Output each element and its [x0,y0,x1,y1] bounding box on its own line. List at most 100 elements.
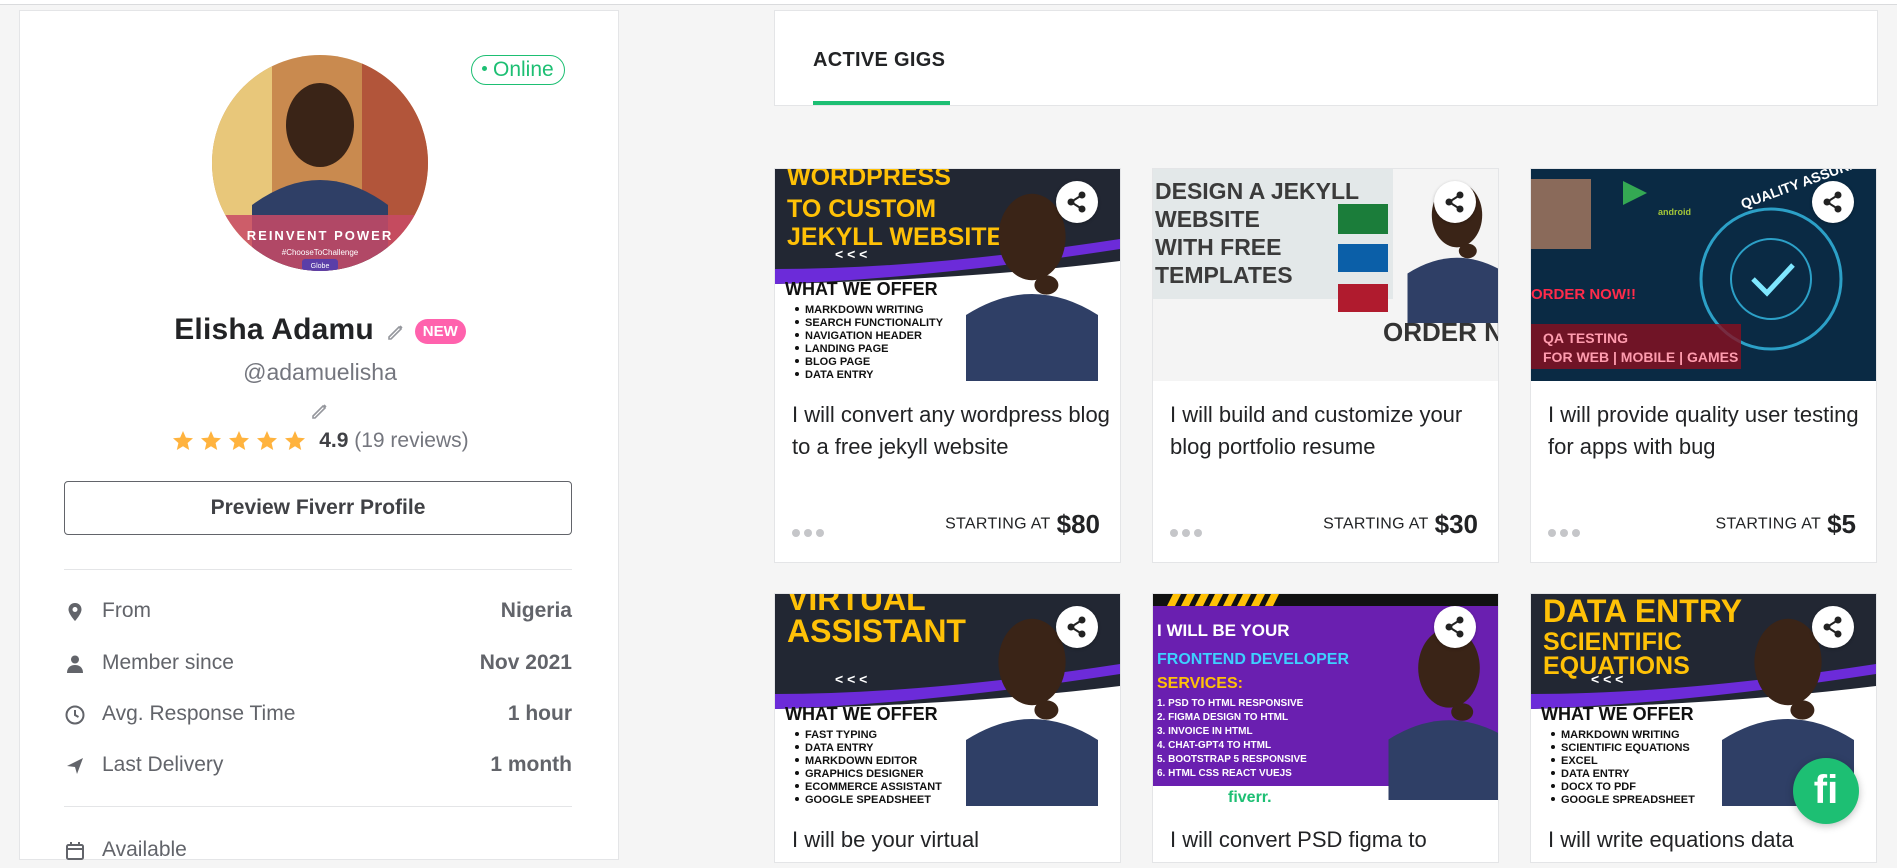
thumb-list-item: MARKDOWN WRITING [805,304,924,316]
thumb-label: FOR WEB | MOBILE | GAMES [1543,349,1738,365]
svg-text:< < <: < < < [1591,671,1623,687]
share-icon [1445,191,1464,213]
fiverr-help-button[interactable]: fi [1793,758,1859,824]
top-border [0,0,1897,5]
new-seller-badge: NEW [414,319,466,345]
avatar[interactable]: REINVENT POWER #ChooseToChallenge Globe [212,55,428,271]
thumb-list-item: SCIENTIFIC EQUATIONS [1561,742,1690,754]
android-label: android [1658,207,1691,217]
more-options-icon[interactable] [792,524,828,542]
edit-tagline-icon[interactable] [310,401,330,426]
gig-card[interactable]: WORDPRESS TO CUSTOM JEKYLL WEBSITE < < < WHA… [774,168,1121,563]
thumb-list-item: 4. CHAT-GPT4 TO HTML [1157,740,1271,751]
gig-card[interactable]: androidQUALITY ASSURANCEORDER NOW!!QA TE… [1530,168,1877,563]
thumb-list-item: NAVIGATION HEADER [805,330,922,342]
thumb-list-item: DATA ENTRY [1561,768,1630,780]
share-icon [1823,616,1842,638]
thumb-list-item: GOOGLE SPREADSHEET [1561,794,1695,806]
profile-name: Elisha Adamu [174,313,374,346]
more-options-icon[interactable] [1548,524,1584,542]
thumb-list-item: GRAPHICS DESIGNER [805,768,924,780]
share-button[interactable] [1056,606,1098,648]
thumb-cta: ORDER NOW!! [1531,286,1636,303]
location-pin-icon [64,601,86,623]
thumb-headline: FRONTEND DEVELOPER [1157,651,1349,668]
gig-card[interactable]: DESIGN A JEKYLL WEBSITE WITH FREE TEMPLATES… [1152,168,1499,563]
gig-title[interactable]: I will build and customize your blog por… [1170,399,1490,463]
divider [64,806,572,807]
star-icon [173,431,194,451]
gig-card[interactable]: VIRTUAL ASSISTANT < < < WHAT WE OFFER FAST T… [774,593,1121,863]
share-button[interactable] [1056,181,1098,223]
thumb-list-item: LANDING PAGE [805,343,889,355]
gig-price: STARTING AT $30 [1323,509,1478,539]
share-button[interactable] [1434,181,1476,223]
gig-price: STARTING AT $80 [945,509,1100,539]
edit-name-icon[interactable] [386,322,406,347]
divider [64,569,572,570]
gigs-tab-bar: ACTIVE GIGS [774,10,1878,106]
active-tab-indicator [813,101,950,105]
thumb-headline: WORDPRESS [787,169,951,191]
thumb-list-item: BLOG PAGE [805,356,870,368]
thumb-list-item: MARKDOWN WRITING [1561,729,1680,741]
thumb-headline: SERVICES: [1157,675,1243,692]
rating-value: 4.9 [319,429,349,452]
thumb-list-item: 6. HTML CSS REACT VUEJS [1157,768,1292,779]
gig-title[interactable]: I will write equations data [1548,824,1868,856]
preview-profile-button[interactable]: Preview Fiverr Profile [64,481,572,535]
share-icon [1067,191,1086,213]
profile-handle: @adamuelisha [243,359,397,385]
star-icon [229,431,250,451]
name-row: Elisha Adamu NEW [20,313,620,347]
thumb-label: QA TESTING [1543,330,1628,346]
user-icon [64,653,86,675]
star-icon [257,431,278,451]
gig-title[interactable]: I will provide quality user testing for … [1548,399,1868,463]
gig-title[interactable]: I will convert PSD figma to [1170,824,1490,856]
rating-stars [171,429,311,452]
clock-icon [64,704,86,726]
thumb-headline: WITH FREE [1155,234,1282,260]
thumb-list-item: 3. INVOICE IN HTML [1157,726,1253,737]
thumb-headline: WEBSITE [1155,206,1260,232]
share-button[interactable] [1812,606,1854,648]
share-button[interactable] [1434,606,1476,648]
online-status-badge: Online [471,55,565,85]
star-icon [201,431,222,451]
avatar-hashtag-text: #ChooseToChallenge [282,248,359,257]
star-icon [285,431,306,451]
stat-available: Available [64,838,572,868]
profile-card: Online REINVENT POWER #ChooseToChallenge… [19,10,620,861]
stat-response-time: Avg. Response Time 1 hour [64,702,572,732]
stat-member-since: Member since Nov 2021 [64,651,572,681]
rating-row: 4.9 (19 reviews) [20,429,620,453]
thumb-list-item: DATA ENTRY [805,369,874,381]
thumb-list-item: FAST TYPING [805,729,877,741]
thumb-list-item: MARKDOWN EDITOR [805,755,917,767]
share-icon [1823,191,1842,213]
thumb-list-item: DATA ENTRY [805,742,874,754]
thumb-list-item: DOCX TO PDF [1561,781,1636,793]
share-icon [1067,616,1086,638]
stat-last-delivery: Last Delivery 1 month [64,753,572,783]
send-icon [64,755,86,777]
thumb-list-item: SEARCH FUNCTIONALITY [805,317,944,329]
thumb-brand: fiverr. [1228,789,1272,806]
svg-text:< < <: < < < [835,246,867,262]
tab-active-gigs[interactable]: ACTIVE GIGS [813,49,945,72]
svg-text:< < <: < < < [835,671,867,687]
gig-title[interactable]: I will be your virtual [792,824,1112,856]
thumb-headline: TO CUSTOM [787,195,936,223]
thumb-offer-title: WHAT WE OFFER [785,704,938,724]
thumb-headline: JEKYLL WEBSITE [787,223,1003,251]
gig-card[interactable]: I WILL BE YOUR FRONTEND DEVELOPER SERVICES… [1152,593,1499,863]
share-button[interactable] [1812,181,1854,223]
thumb-list-item: 1. PSD TO HTML RESPONSIVE [1157,698,1304,709]
avatar-logo-text: Globe [311,263,330,270]
more-options-icon[interactable] [1170,524,1206,542]
gig-title[interactable]: I will convert any wordpress blog to a f… [792,399,1112,463]
thumb-list-item: ECOMMERCE ASSISTANT [805,781,942,793]
thumb-headline: DATA ENTRY [1543,594,1742,629]
stat-from: From Nigeria [64,599,572,629]
